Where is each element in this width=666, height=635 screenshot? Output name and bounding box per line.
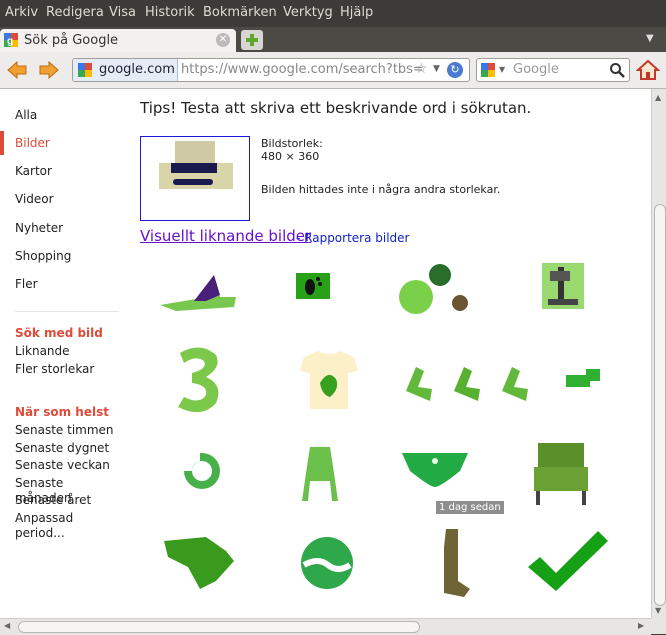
engine-dropdown-icon[interactable]: ▼ bbox=[499, 65, 505, 74]
url-text[interactable]: https://www.google.com/search?tbs= bbox=[181, 62, 424, 77]
tab-list-icon[interactable]: ▼ bbox=[646, 33, 654, 44]
scroll-down-icon[interactable]: ▼ bbox=[655, 606, 661, 615]
time-link-custom[interactable]: Anpassad period... bbox=[15, 511, 95, 541]
svg-text:g: g bbox=[7, 36, 13, 47]
sizes-not-found-text: Bilden hittades inte i några andra storl… bbox=[261, 183, 501, 196]
result-image-chairs[interactable] bbox=[402, 361, 540, 407]
menu-verktyg[interactable]: Verktyg bbox=[283, 5, 333, 20]
menu-arkiv[interactable]: Arkiv bbox=[5, 5, 38, 20]
sidebar-item-kartor[interactable]: Kartor bbox=[15, 164, 52, 178]
search-input[interactable]: Google bbox=[513, 62, 559, 77]
reload-icon[interactable]: ↻ bbox=[447, 62, 463, 78]
result-image-footprint[interactable] bbox=[292, 269, 334, 303]
active-indicator bbox=[0, 131, 4, 155]
scroll-up-icon[interactable]: ▲ bbox=[655, 93, 661, 102]
horizontal-scroll-thumb[interactable] bbox=[18, 621, 420, 633]
image-size-value: 480 × 360 bbox=[261, 150, 320, 163]
google-engine-icon[interactable] bbox=[481, 63, 495, 77]
time-link-hour[interactable]: Senaste timmen bbox=[15, 423, 114, 438]
query-image bbox=[159, 141, 233, 189]
scroll-right-icon[interactable]: ▶ bbox=[638, 621, 644, 630]
page-content: Alla Bilder Kartor Videor Nyheter Shoppi… bbox=[0, 89, 651, 618]
search-icon[interactable] bbox=[609, 62, 625, 78]
sidebar-item-shopping[interactable]: Shopping bbox=[15, 249, 71, 263]
query-image-thumbnail[interactable] bbox=[140, 136, 250, 221]
google-favicon-icon bbox=[78, 63, 92, 77]
tab-google-search[interactable]: g Sök på Google ✕ bbox=[0, 29, 236, 52]
vertical-scrollbar[interactable]: ▲ ▼ bbox=[651, 89, 666, 618]
result-image-tshirt[interactable] bbox=[296, 349, 362, 413]
tab-title: Sök på Google bbox=[24, 33, 119, 48]
search-bar[interactable]: ▼ Google bbox=[476, 58, 630, 82]
result-image-s-logo[interactable] bbox=[298, 535, 356, 591]
result-image-three[interactable] bbox=[160, 341, 240, 419]
time-link-week[interactable]: Senaste veckan bbox=[15, 458, 110, 473]
forward-arrow-icon[interactable] bbox=[38, 59, 60, 81]
image-size-label: Bildstorlek: bbox=[261, 137, 323, 150]
sidebar-item-nyheter[interactable]: Nyheter bbox=[15, 221, 63, 235]
home-icon[interactable] bbox=[636, 58, 660, 82]
navigation-bar: google.com https://www.google.com/search… bbox=[0, 52, 666, 89]
result-image-armchair[interactable] bbox=[530, 439, 592, 509]
menu-bar: Arkiv Redigera Visa Historik Bokmärken V… bbox=[0, 0, 666, 27]
sidebar-item-bilder[interactable]: Bilder bbox=[15, 136, 50, 150]
visually-similar-link[interactable]: Visuellt liknande bilder bbox=[140, 227, 311, 245]
menu-hjalp[interactable]: Hjälp bbox=[340, 5, 373, 20]
time-tag: 1 dag sedan bbox=[436, 501, 504, 514]
sidebar-item-videor[interactable]: Videor bbox=[15, 192, 54, 206]
tip-text: Tips! Testa att skriva ett beskrivande o… bbox=[140, 99, 532, 117]
new-tab-button[interactable] bbox=[241, 30, 263, 50]
sidebar-item-alla[interactable]: Alla bbox=[15, 108, 37, 122]
result-image-shoe[interactable] bbox=[156, 261, 240, 319]
time-filter-heading: När som helst bbox=[15, 405, 109, 419]
menu-historik[interactable]: Historik bbox=[145, 5, 195, 20]
vertical-scroll-thumb[interactable] bbox=[654, 204, 666, 606]
history-dropdown-icon[interactable]: ▼ bbox=[433, 64, 440, 74]
menu-redigera[interactable]: Redigera bbox=[46, 5, 104, 20]
scroll-left-icon[interactable]: ◀ bbox=[4, 621, 10, 630]
menu-bokmarken[interactable]: Bokmärken bbox=[203, 5, 277, 20]
site-identity-button[interactable]: google.com bbox=[73, 59, 178, 81]
result-image-sock[interactable] bbox=[434, 527, 474, 599]
url-bar[interactable]: google.com https://www.google.com/search… bbox=[72, 58, 470, 82]
result-image-briefs[interactable] bbox=[400, 449, 470, 487]
link-fler-storlekar[interactable]: Fler storlekar bbox=[15, 362, 94, 377]
back-arrow-icon[interactable] bbox=[6, 59, 28, 81]
sidebar-divider bbox=[15, 311, 119, 312]
horizontal-scrollbar[interactable]: ◀ ▶ bbox=[0, 618, 651, 635]
link-liknande[interactable]: Liknande bbox=[15, 344, 70, 359]
time-link-day[interactable]: Senaste dygnet bbox=[15, 441, 109, 456]
result-image-machine[interactable] bbox=[540, 261, 586, 311]
scroll-corner bbox=[651, 618, 666, 634]
tab-bar: g Sök på Google ✕ ▼ bbox=[0, 27, 666, 52]
result-image-checkmark[interactable] bbox=[526, 529, 610, 595]
result-image-ring[interactable] bbox=[174, 447, 226, 493]
site-domain: google.com bbox=[99, 62, 175, 77]
image-info: Bildstorlek: 480 × 360 Bilden hittades i… bbox=[261, 137, 500, 196]
google-favicon-icon: g bbox=[4, 33, 18, 47]
result-image-state-map[interactable] bbox=[160, 533, 238, 591]
plus-icon bbox=[246, 34, 258, 46]
sidebar-item-fler[interactable]: Fler bbox=[15, 277, 38, 291]
menu-visa[interactable]: Visa bbox=[109, 5, 136, 20]
close-tab-icon[interactable]: ✕ bbox=[216, 33, 230, 47]
search-by-image-heading: Sök med bild bbox=[15, 326, 103, 340]
result-image-pipe[interactable] bbox=[562, 365, 604, 395]
time-link-year[interactable]: Senaste året bbox=[15, 493, 91, 508]
bookmark-star-icon[interactable]: ☆ bbox=[415, 61, 428, 77]
result-image-chair[interactable] bbox=[298, 443, 342, 505]
result-image-blobs[interactable] bbox=[394, 259, 480, 321]
report-images-link[interactable]: - Rapportera bilder bbox=[296, 231, 410, 245]
